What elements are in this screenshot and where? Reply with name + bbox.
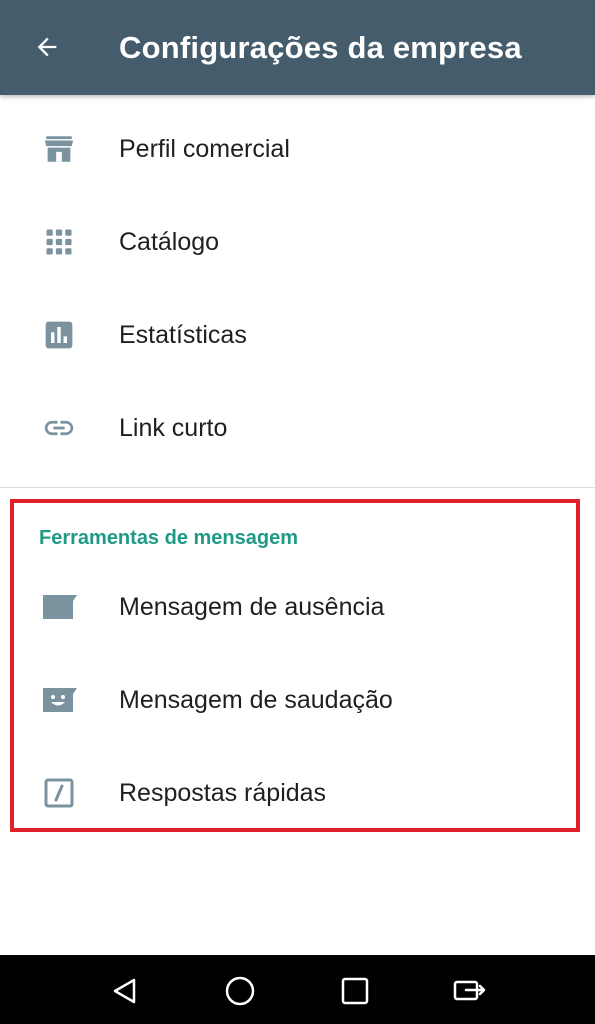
away-message-icon: [38, 586, 80, 628]
menu-item-label: Estatísticas: [119, 321, 247, 349]
nav-back-button[interactable]: [103, 969, 147, 1013]
menu-item-away-message[interactable]: Mensagem de ausência: [0, 561, 595, 653]
page-title: Configurações da empresa: [119, 30, 522, 65]
nav-recents-button[interactable]: [333, 969, 377, 1013]
menu-item-greeting-message[interactable]: Mensagem de saudação: [0, 654, 595, 746]
back-button[interactable]: [22, 22, 72, 72]
back-triangle-icon: [113, 978, 136, 1004]
bar-chart-icon: [38, 314, 80, 356]
recents-square-icon: [341, 977, 369, 1005]
section-divider: [0, 487, 595, 488]
storefront-icon: [38, 128, 80, 170]
menu-item-label: Catálogo: [119, 228, 220, 256]
nav-switch-screen-button[interactable]: [448, 969, 492, 1013]
menu-item-label: Link curto: [119, 414, 228, 442]
app-bar: Configurações da empresa: [0, 0, 595, 95]
nav-home-button[interactable]: [218, 969, 262, 1013]
section-header: Ferramentas de mensagem: [39, 527, 299, 549]
menu-item-quick-replies[interactable]: Respostas rápidas: [0, 747, 595, 839]
menu-item-statistics[interactable]: Estatísticas: [0, 289, 595, 381]
menu-item-label: Mensagem de ausência: [119, 593, 385, 621]
link-icon: [38, 407, 80, 449]
greeting-message-icon: [38, 679, 80, 721]
menu-item-business-profile[interactable]: Perfil comercial: [0, 103, 595, 195]
menu-item-label: Perfil comercial: [119, 135, 290, 163]
grid-dots-icon: [38, 221, 80, 263]
screen-switch-icon: [453, 980, 486, 1001]
menu-item-label: Mensagem de saudação: [119, 686, 393, 714]
quick-reply-icon: [38, 772, 80, 814]
menu-item-short-link[interactable]: Link curto: [0, 382, 595, 474]
arrow-left-icon: [37, 37, 57, 57]
home-circle-icon: [225, 976, 255, 1006]
system-nav-bar: [0, 955, 595, 1024]
menu-item-catalog[interactable]: Catálogo: [0, 196, 595, 288]
menu-item-label: Respostas rápidas: [119, 779, 327, 807]
